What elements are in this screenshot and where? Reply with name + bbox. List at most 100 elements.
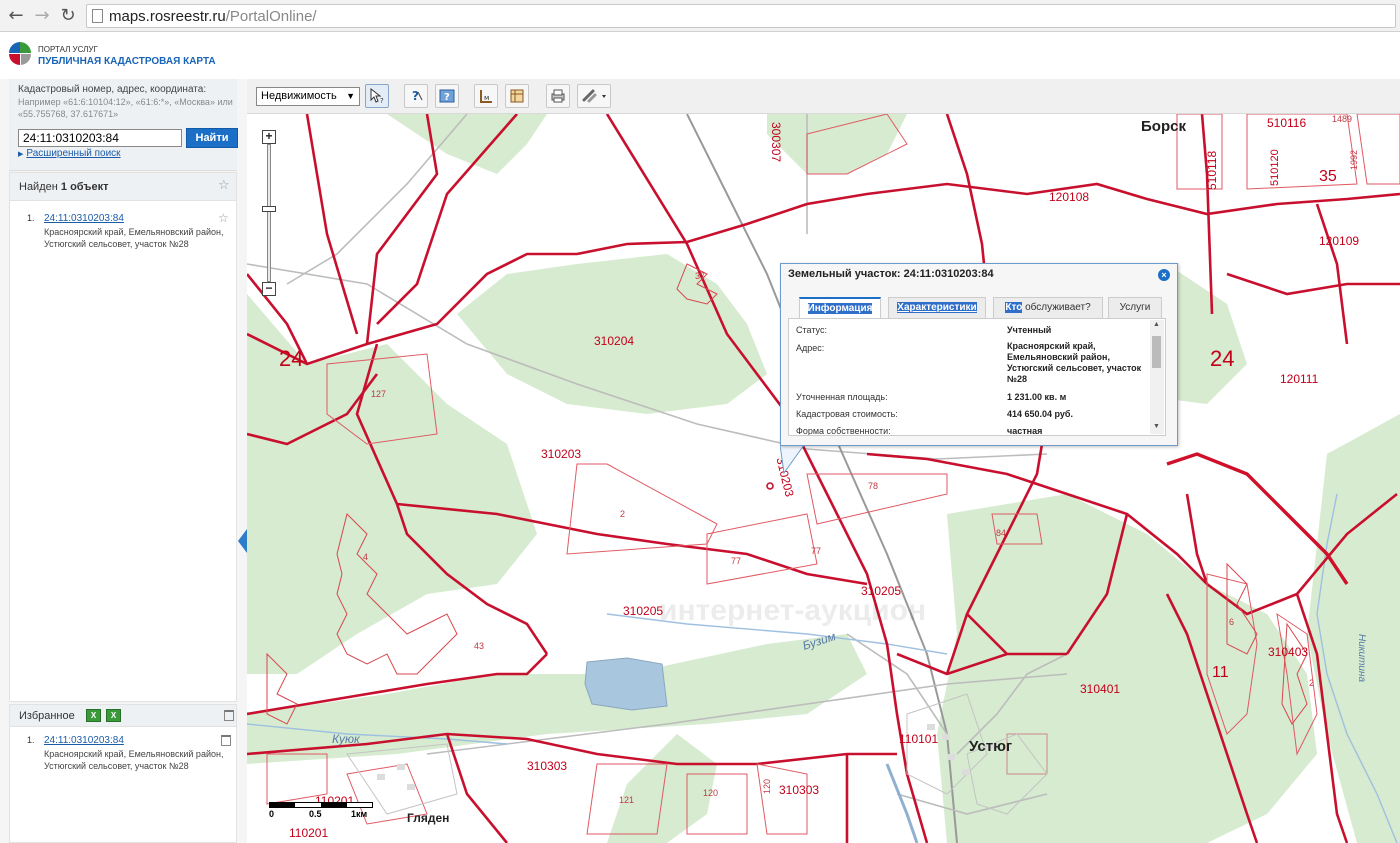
result-address: Красноярский край, Емельяновский район, … — [44, 227, 224, 249]
map-label-quarter: 310401 — [1080, 682, 1121, 696]
map-label-district: 24 — [279, 346, 304, 371]
star-icon[interactable]: ☆ — [218, 211, 229, 225]
search-button[interactable]: Найти — [186, 128, 238, 148]
scale-label: 0.5 — [309, 809, 322, 819]
scale-bar-segment — [321, 803, 347, 807]
field-value: 1 231.00 кв. м — [1007, 392, 1067, 402]
favorite-item[interactable]: 1. 24:11:0310203:84 Красноярский край, Е… — [10, 735, 236, 795]
help-pointer-button[interactable]: ? — [404, 84, 428, 108]
map-label-parcel: 1489 — [1332, 114, 1353, 124]
result-cadastral-link[interactable]: 24:11:0310203:84 — [44, 213, 124, 224]
tab-who-serves[interactable]: Кто обслуживает? — [993, 297, 1103, 318]
info-button[interactable]: ? — [435, 84, 459, 108]
map-label-kuyuk: Куюк — [332, 732, 360, 746]
print-button[interactable] — [546, 84, 570, 108]
portal-header: ПОРТАЛ УСЛУГ ПУБЛИЧНАЯ КАДАСТРОВАЯ КАРТА — [0, 33, 1400, 79]
advanced-search-link[interactable]: ▶ Расширенный поиск — [18, 148, 121, 159]
field-label: Статус: — [796, 325, 827, 335]
map-label-quarter: 110201 — [289, 826, 329, 840]
map-label-quarter: 110101 — [899, 732, 939, 746]
favorites-panel: Избранное X X 1. 24:11:0310203:84 Красно… — [9, 704, 237, 843]
zoom-out-button[interactable]: − — [262, 282, 276, 296]
results-header: Найден 1 объект ☆ — [10, 173, 236, 201]
popup-body: Статус: Учтенный Адрес: Красноярский кра… — [788, 318, 1166, 436]
url-path: /PortalOnline/ — [225, 8, 317, 25]
map[interactable]: интернет-аукцион Борск Устюг Гляден Куюк… — [247, 114, 1400, 843]
map-label-parcel: 120 — [703, 788, 719, 798]
zoom-slider[interactable]: + − — [262, 130, 276, 296]
link-button[interactable] — [577, 84, 611, 108]
result-item[interactable]: 1. 24:11:0310203:84 Красноярский край, Е… — [10, 211, 236, 273]
trash-icon[interactable] — [221, 735, 231, 746]
map-label-parcel: 1992 — [1349, 149, 1359, 170]
map-label-parcel: 43 — [474, 641, 485, 651]
favorite-cadastral-link[interactable]: 24:11:0310203:84 — [44, 735, 124, 746]
tab-who-serves-label-rest: обслуживает? — [1025, 302, 1091, 313]
svg-text:?: ? — [412, 89, 419, 103]
field-value: Красноярский край, Емельяновский район, … — [1007, 341, 1142, 384]
layer-select[interactable]: Недвижимость ▼ — [256, 87, 360, 106]
trash-icon[interactable] — [224, 710, 234, 721]
measure-area-button[interactable] — [505, 84, 529, 108]
help-icon: ? — [412, 89, 423, 103]
map-label-parcel: 4 — [363, 552, 369, 562]
advanced-search-label: Расширенный поиск — [26, 148, 121, 159]
search-input[interactable] — [18, 129, 182, 147]
url-text[interactable]: maps.rosreestr.ru/PortalOnline/ — [109, 8, 317, 25]
tab-services[interactable]: Услуги — [1108, 297, 1162, 318]
tab-information[interactable]: Информация — [799, 297, 881, 318]
scale-bar: 0 0.5 1км — [269, 800, 379, 824]
measure-length-button[interactable]: м — [474, 84, 498, 108]
scroll-down-icon[interactable]: ▼ — [1153, 423, 1160, 430]
excel-export-all-icon[interactable]: X — [106, 709, 121, 722]
zoom-track[interactable] — [267, 144, 271, 282]
map-label-borsk: Борск — [1141, 118, 1186, 135]
field-label: Форма собственности: — [796, 426, 891, 436]
map-label-quarter: 310205 — [623, 604, 664, 618]
back-arrow-icon[interactable]: ← — [6, 6, 26, 26]
field-label: Уточненная площадь: — [796, 392, 888, 402]
scale-label: 0 — [269, 809, 275, 819]
address-bar[interactable]: maps.rosreestr.ru/PortalOnline/ — [86, 4, 1396, 28]
map-label-parcel: 127 — [371, 389, 387, 399]
printer-icon — [551, 89, 565, 103]
map-label-parcel: 6 — [1229, 617, 1235, 627]
scroll-thumb[interactable] — [1152, 336, 1161, 368]
close-icon[interactable]: × — [1158, 269, 1170, 281]
field-value: 414 650.04 руб. — [1007, 409, 1073, 419]
forward-arrow-icon[interactable]: → — [32, 6, 52, 26]
results-title: Найден 1 объект — [19, 181, 108, 193]
map-label-quarter: 510116 — [1267, 116, 1307, 130]
zoom-in-button[interactable]: + — [262, 130, 276, 144]
triangle-right-icon: ▶ — [18, 151, 24, 158]
map-label-glyaden: Гляден — [407, 811, 450, 825]
reload-icon[interactable]: ↻ — [58, 6, 78, 26]
map-label-quarter: 310303 — [527, 759, 568, 773]
caret-down-icon: ▼ — [346, 91, 355, 101]
scroll-up-icon[interactable]: ▲ — [1153, 321, 1160, 328]
area-icon — [510, 89, 524, 103]
results-panel: Найден 1 объект ☆ 1. 24:11:0310203:84 Кр… — [9, 172, 237, 702]
popup-scrollbar[interactable]: ▲ ▼ — [1150, 320, 1164, 434]
map-label-ustyug: Устюг — [969, 738, 1013, 755]
scale-bar-track — [269, 802, 373, 808]
collapse-sidebar-icon[interactable] — [238, 529, 247, 553]
star-icon[interactable]: ☆ — [218, 178, 230, 193]
map-label-quarter: 310403 — [1268, 645, 1309, 659]
field-value: Учтенный — [1007, 325, 1052, 335]
portal-logo-icon[interactable] — [8, 41, 32, 67]
excel-export-icon[interactable]: X — [86, 709, 101, 722]
tab-characteristics[interactable]: Характеристики — [888, 297, 986, 318]
portal-title[interactable]: ПУБЛИЧНАЯ КАДАСТРОВАЯ КАРТА — [38, 56, 216, 67]
map-canvas[interactable] — [247, 114, 1400, 843]
svg-text:?: ? — [380, 97, 384, 104]
identify-tool-button[interactable]: ? — [365, 84, 389, 108]
tab-services-label: Услуги — [1119, 302, 1151, 313]
browser-toolbar: ← → ↻ maps.rosreestr.ru/PortalOnline/ — [0, 0, 1400, 32]
results-title-prefix: Найден — [19, 181, 58, 193]
map-label-parcel: 2 — [1309, 678, 1315, 688]
zoom-thumb[interactable] — [262, 206, 276, 212]
map-label-district: 35 — [1319, 168, 1337, 185]
result-number: 1. — [27, 213, 35, 223]
map-label-quarter: 120111 — [1280, 372, 1319, 386]
